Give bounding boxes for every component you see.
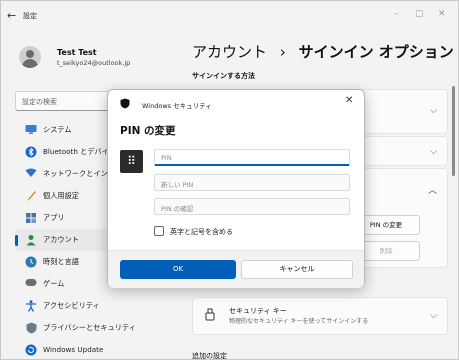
security-key-description: 物理的なセキュリティ キーを使ってサインインする [229, 318, 369, 325]
security-key-card[interactable]: セキュリティ キー 物理的なセキュリティ キーを使ってサインインする ⌵ [192, 297, 448, 335]
cancel-button[interactable]: キャンセル [241, 260, 353, 279]
accounts-icon [25, 234, 37, 246]
gaming-icon [25, 278, 37, 290]
sidebar-item-label: プライバシーとセキュリティ [43, 323, 136, 332]
sidebar-item-label: Windows Update [43, 345, 104, 354]
include-letters-symbols-checkbox[interactable] [154, 226, 164, 236]
chevron-down-icon[interactable]: ⌵ [430, 311, 437, 321]
sidebar-item-label: アプリ [43, 213, 65, 222]
dialog-footer: OK キャンセル [108, 250, 364, 288]
system-icon [25, 124, 37, 136]
dialog-close-icon[interactable]: ✕ [345, 95, 353, 106]
settings-window: ← 設定 – ▢ ✕ Test Test t_seikyo24@outlook.… [0, 0, 459, 360]
section-title: サインインする方法 [192, 72, 255, 80]
current-pin-input[interactable]: PIN [154, 149, 350, 166]
new-pin-input[interactable]: 新しい PIN [154, 174, 350, 191]
avatar [19, 46, 41, 68]
new-pin-placeholder: 新しい PIN [161, 180, 194, 189]
pin-change-dialog: Windows セキュリティ ✕ PIN の変更 ⠿ PIN 新しい PIN P… [107, 89, 365, 288]
sidebar-item-label: アカウント [43, 235, 79, 244]
breadcrumb-current: サインイン オプション [298, 43, 454, 61]
security-key-icon [205, 308, 215, 324]
network-icon [25, 168, 37, 180]
keypad-icon: ⠿ [120, 150, 143, 173]
apps-icon [25, 212, 37, 224]
sidebar-item-privacy[interactable]: プライバシーとセキュリティ [15, 317, 173, 339]
chevron-up-icon[interactable]: ︿ [428, 183, 437, 196]
minimize-icon[interactable]: – [394, 9, 399, 19]
back-arrow-icon[interactable]: ← [7, 9, 16, 22]
active-indicator [15, 235, 18, 246]
ok-button[interactable]: OK [120, 260, 236, 279]
chevron-down-icon[interactable]: ⌵ [430, 106, 437, 116]
dialog-title: PIN の変更 [120, 125, 176, 137]
time-language-icon [25, 256, 37, 268]
chevron-down-icon[interactable]: ⌵ [430, 147, 437, 157]
current-pin-placeholder: PIN [161, 153, 172, 162]
confirm-pin-input[interactable]: PIN の確認 [154, 198, 350, 215]
user-email: t_seikyo24@outlook.jp [57, 59, 131, 67]
breadcrumb-separator: › [279, 43, 286, 61]
additional-settings-heading: 追加の設定 [192, 352, 227, 360]
sidebar-item-label: Bluetooth とデバイス [43, 147, 116, 156]
accessibility-icon [25, 300, 37, 312]
app-title: 設定 [23, 12, 37, 20]
dialog-app-name: Windows セキュリティ [142, 102, 212, 110]
scrollbar[interactable] [452, 86, 455, 176]
title-bar: ← 設定 – ▢ ✕ [1, 1, 458, 31]
sidebar-item-accessibility[interactable]: アクセシビリティ [15, 295, 173, 317]
sidebar-item-windows-update[interactable]: Windows Update [15, 339, 173, 359]
privacy-shield-icon [25, 322, 37, 334]
page-title: アカウント › サインイン オプション [192, 41, 454, 62]
sidebar-item-label: アクセシビリティ [43, 301, 100, 310]
bluetooth-icon [25, 146, 37, 158]
sidebar-item-label: 時刻と言語 [43, 257, 79, 266]
user-name: Test Test [57, 48, 97, 57]
maximize-icon[interactable]: ▢ [415, 9, 424, 19]
personalization-icon [25, 190, 37, 202]
checkbox-label: 英字と記号を含める [170, 228, 233, 236]
sidebar-item-label: ゲーム [43, 279, 65, 288]
security-key-title: セキュリティ キー [229, 307, 287, 315]
sidebar-item-label: システム [43, 125, 72, 134]
search-placeholder: 設定の検索 [22, 98, 57, 106]
windows-update-icon [25, 344, 37, 356]
sidebar-item-label: 個人用設定 [43, 191, 79, 200]
breadcrumb-parent[interactable]: アカウント [192, 43, 267, 61]
close-icon[interactable]: ✕ [438, 9, 446, 19]
windows-security-shield-icon [120, 98, 130, 112]
confirm-pin-placeholder: PIN の確認 [161, 204, 194, 213]
